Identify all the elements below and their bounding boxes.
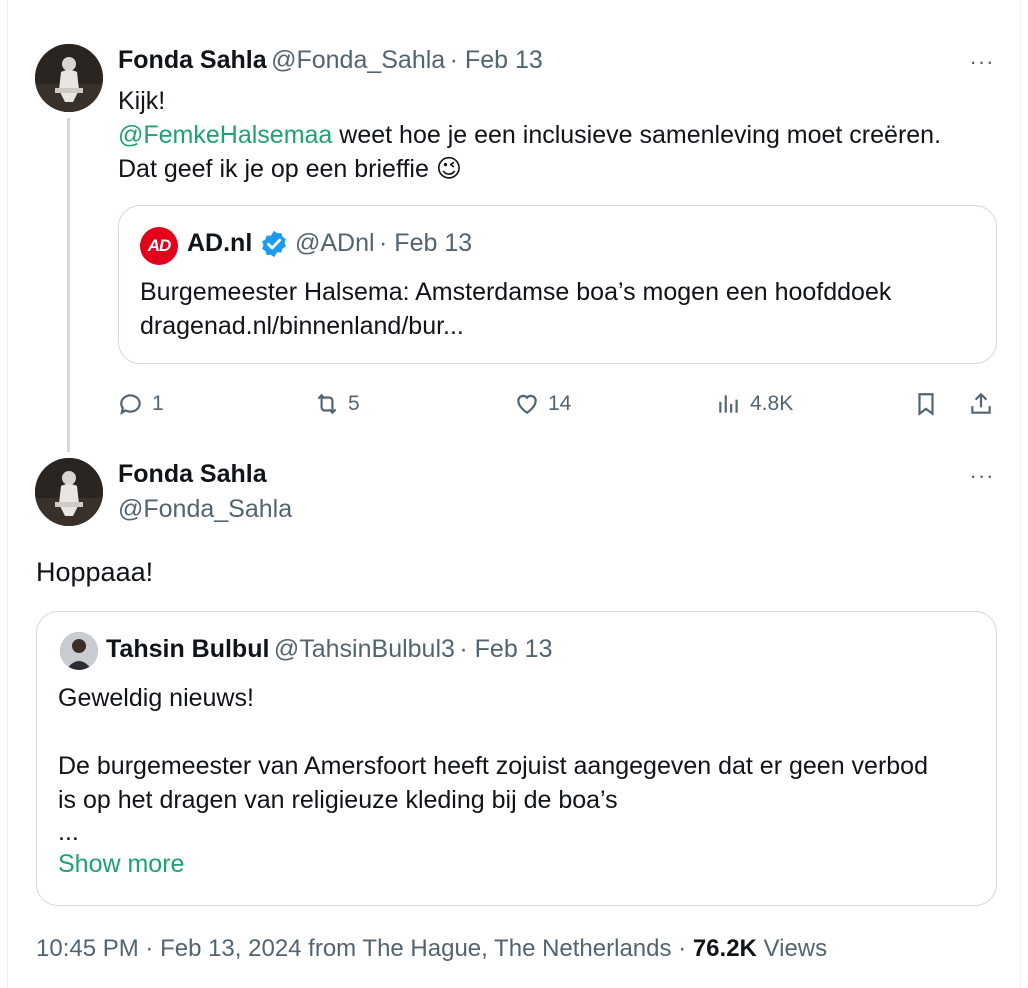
tweet-time[interactable]: 10:45 PM [36,935,139,962]
tweet-meta-footer: 10:45 PM · Feb 13, 2024 from The Hague, … [36,935,827,963]
quoted-line-1: Burgemeester Halsema: Amsterdamse boa’s … [140,278,892,306]
share-button[interactable] [968,386,994,422]
avatar-photo-icon [35,44,103,112]
quoted-author-avatar [60,632,98,670]
views-label: Views [756,935,828,962]
mention-link[interactable]: @FemkeHalsemaa [118,121,332,149]
like-button[interactable]: 14 [514,386,571,422]
tweet-actions-bar: 1 5 14 4.8K [118,386,998,422]
more-options-icon[interactable]: ··· [962,50,1002,74]
quoted-line-2: De burgemeester van Amersfoort heeft zoj… [58,752,928,780]
repost-button[interactable]: 5 [314,386,360,422]
reply-button[interactable]: 1 [118,386,164,422]
quoted-tweet-header: AD.nl [187,229,252,258]
view-count: 76.2K [692,935,757,962]
quoted-author-handle[interactable]: @ADnl [295,229,375,257]
avatar-photo-icon [35,458,103,526]
author-handle[interactable]: @Fonda_Sahla [271,46,445,74]
avatar-photo-icon [60,632,98,670]
quoted-author-handle[interactable]: @TahsinBulbul3 [274,635,455,663]
quoted-tweet-text: Geweldig nieuws! De burgemeester van Ame… [58,681,978,881]
quoted-tweet-date[interactable]: · Feb 13 [379,229,472,257]
repost-count: 5 [348,392,360,415]
quoted-author-name[interactable]: Tahsin Bulbul [106,635,269,663]
quoted-ellipsis: ... [58,818,79,846]
tweet-line-3-text: Dat geef ik je op een brieffie [118,155,429,183]
author-avatar[interactable] [35,44,103,112]
author-name[interactable]: Fonda Sahla [118,46,267,74]
quoted-line-2: dragenad.nl/binnenland/bur... [140,312,464,340]
wink-emoji: 😉 [435,155,462,183]
main-tweet-header: Fonda Sahla @Fonda_Sahla [118,460,292,524]
tweet-line-2-rest: weet hoe je een inclusieve samenleving m… [332,121,942,149]
tweet-line-1: Kijk! [118,87,166,115]
quoted-author-name[interactable]: AD.nl [187,229,252,257]
repost-icon [317,393,337,415]
author-handle[interactable]: @Fonda_Sahla [118,495,292,524]
quoted-line-1: Geweldig nieuws! [58,684,254,712]
author-avatar-main[interactable] [35,458,103,526]
quoted-tweet-header: Tahsin Bulbul @TahsinBulbul3 · Feb 13 [106,635,552,664]
show-more-link[interactable]: Show more [58,847,978,881]
quoted-tweet-text: Burgemeester Halsema: Amsterdamse boa’s … [140,275,980,343]
tweet-date[interactable]: · Feb 13 [450,46,543,74]
thread-connector-line [67,118,70,452]
analytics-icon [719,395,738,413]
timeline-border-right [1020,0,1021,988]
views-button[interactable]: 4.8K [716,386,793,422]
tweet-date-place[interactable]: · Feb 13, 2024 from The Hague, The Nethe… [139,935,693,962]
tweet-header: Fonda Sahla @Fonda_Sahla · Feb 13 [118,46,543,75]
tweet-line-2: @FemkeHalsemaa weet hoe je een inclusiev… [118,118,998,152]
reply-count: 1 [152,392,164,415]
reply-icon [120,394,141,415]
views-count: 4.8K [750,392,794,415]
more-options-icon[interactable]: ··· [962,464,1002,488]
main-tweet-text: Hoppaaa! [36,557,154,587]
bookmark-button[interactable] [913,386,939,422]
quoted-line-3: is op het dragen van religieuze kleding … [58,786,618,814]
share-icon [971,392,991,414]
verified-badge-icon [262,230,286,258]
heart-icon [517,394,537,414]
author-name[interactable]: Fonda Sahla [118,460,292,489]
tweet-text: Kijk! @FemkeHalsemaa weet hoe je een inc… [118,84,998,186]
ad-logo-icon: AD [140,227,178,265]
bookmark-icon [918,393,934,416]
quoted-tweet-meta: @ADnl · Feb 13 [295,229,472,258]
like-count: 14 [548,392,572,415]
tweet-line-3: Dat geef ik je op een brieffie 😉 [118,152,998,186]
timeline-border-left [7,0,8,988]
quoted-tweet-date[interactable]: · Feb 13 [459,635,552,663]
